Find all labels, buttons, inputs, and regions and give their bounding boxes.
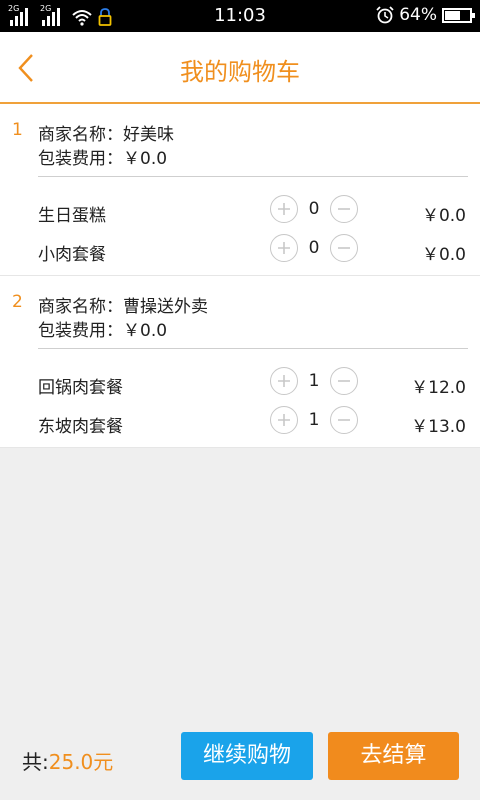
page-title: 我的购物车 xyxy=(180,58,300,86)
merchant-name: 商家名称：曹操送外卖 xyxy=(38,297,208,317)
quantity-stepper: 1 xyxy=(270,406,360,436)
increase-button[interactable] xyxy=(270,367,298,395)
item-price: ￥0.0 xyxy=(421,245,466,265)
plus-icon xyxy=(278,203,290,215)
quantity-stepper: 1 xyxy=(270,367,360,397)
plus-icon xyxy=(278,414,290,426)
quantity-stepper: 0 xyxy=(270,234,360,264)
item-quantity: 1 xyxy=(308,410,320,430)
shop-card: 1 商家名称：好美味 包装费用：￥0.0 生日蛋糕 0 ￥0.0 小肉套餐 0 … xyxy=(0,104,480,276)
decrease-button[interactable] xyxy=(330,367,358,395)
minus-icon xyxy=(338,208,350,210)
decrease-button[interactable] xyxy=(330,406,358,434)
shop-card: 2 商家名称：曹操送外卖 包装费用：￥0.0 回锅肉套餐 1 ￥12.0 东坡肉… xyxy=(0,276,480,448)
cart-list: 1 商家名称：好美味 包装费用：￥0.0 生日蛋糕 0 ￥0.0 小肉套餐 0 … xyxy=(0,104,480,448)
plus-icon xyxy=(278,242,290,254)
shop-index: 1 xyxy=(12,120,23,140)
continue-shopping-button[interactable]: 继续购物 xyxy=(181,732,313,780)
battery-percent: 64% xyxy=(399,5,437,25)
alarm-icon xyxy=(376,6,394,24)
app-header: 我的购物车 xyxy=(0,32,480,104)
packaging-fee: 包装费用：￥0.0 xyxy=(38,321,168,341)
cart-item: 小肉套餐 0 ￥0.0 xyxy=(0,230,480,269)
increase-button[interactable] xyxy=(270,406,298,434)
checkout-button[interactable]: 去结算 xyxy=(328,732,459,780)
item-name: 东坡肉套餐 xyxy=(38,417,123,437)
battery-icon xyxy=(442,7,475,23)
shop-info: 1 商家名称：好美味 包装费用：￥0.0 xyxy=(0,104,480,176)
item-price: ￥12.0 xyxy=(411,378,466,398)
minus-icon xyxy=(338,419,350,421)
total-amount: 共:25.0元 xyxy=(22,746,113,775)
shop-index: 2 xyxy=(12,292,23,312)
decrease-button[interactable] xyxy=(330,195,358,223)
merchant-name: 商家名称：好美味 xyxy=(38,125,174,145)
packaging-fee: 包装费用：￥0.0 xyxy=(38,149,168,169)
cart-item: 生日蛋糕 0 ￥0.0 xyxy=(0,191,480,230)
checkout-bar: 共:25.0元 继续购物 去结算 xyxy=(0,720,480,800)
item-name: 生日蛋糕 xyxy=(38,206,106,226)
cart-item: 东坡肉套餐 1 ￥13.0 xyxy=(0,402,480,441)
cart-item: 回锅肉套餐 1 ￥12.0 xyxy=(0,363,480,402)
status-right: 64% xyxy=(376,5,475,25)
minus-icon xyxy=(338,247,350,249)
total-prefix: 共: xyxy=(22,750,49,774)
item-quantity: 0 xyxy=(308,199,320,219)
item-price: ￥13.0 xyxy=(411,417,466,437)
item-quantity: 0 xyxy=(308,238,320,258)
plus-icon xyxy=(278,375,290,387)
quantity-stepper: 0 xyxy=(270,195,360,225)
increase-button[interactable] xyxy=(270,234,298,262)
battery-fill xyxy=(445,10,461,20)
status-bar: 2G 2G 11:03 64% xyxy=(0,0,480,32)
total-value: 25.0元 xyxy=(48,750,114,774)
item-name: 回锅肉套餐 xyxy=(38,378,123,398)
item-name: 小肉套餐 xyxy=(38,245,106,265)
increase-button[interactable] xyxy=(270,195,298,223)
item-quantity: 1 xyxy=(308,371,320,391)
decrease-button[interactable] xyxy=(330,234,358,262)
minus-icon xyxy=(338,380,350,382)
item-price: ￥0.0 xyxy=(421,206,466,226)
shop-info: 2 商家名称：曹操送外卖 包装费用：￥0.0 xyxy=(0,276,480,348)
